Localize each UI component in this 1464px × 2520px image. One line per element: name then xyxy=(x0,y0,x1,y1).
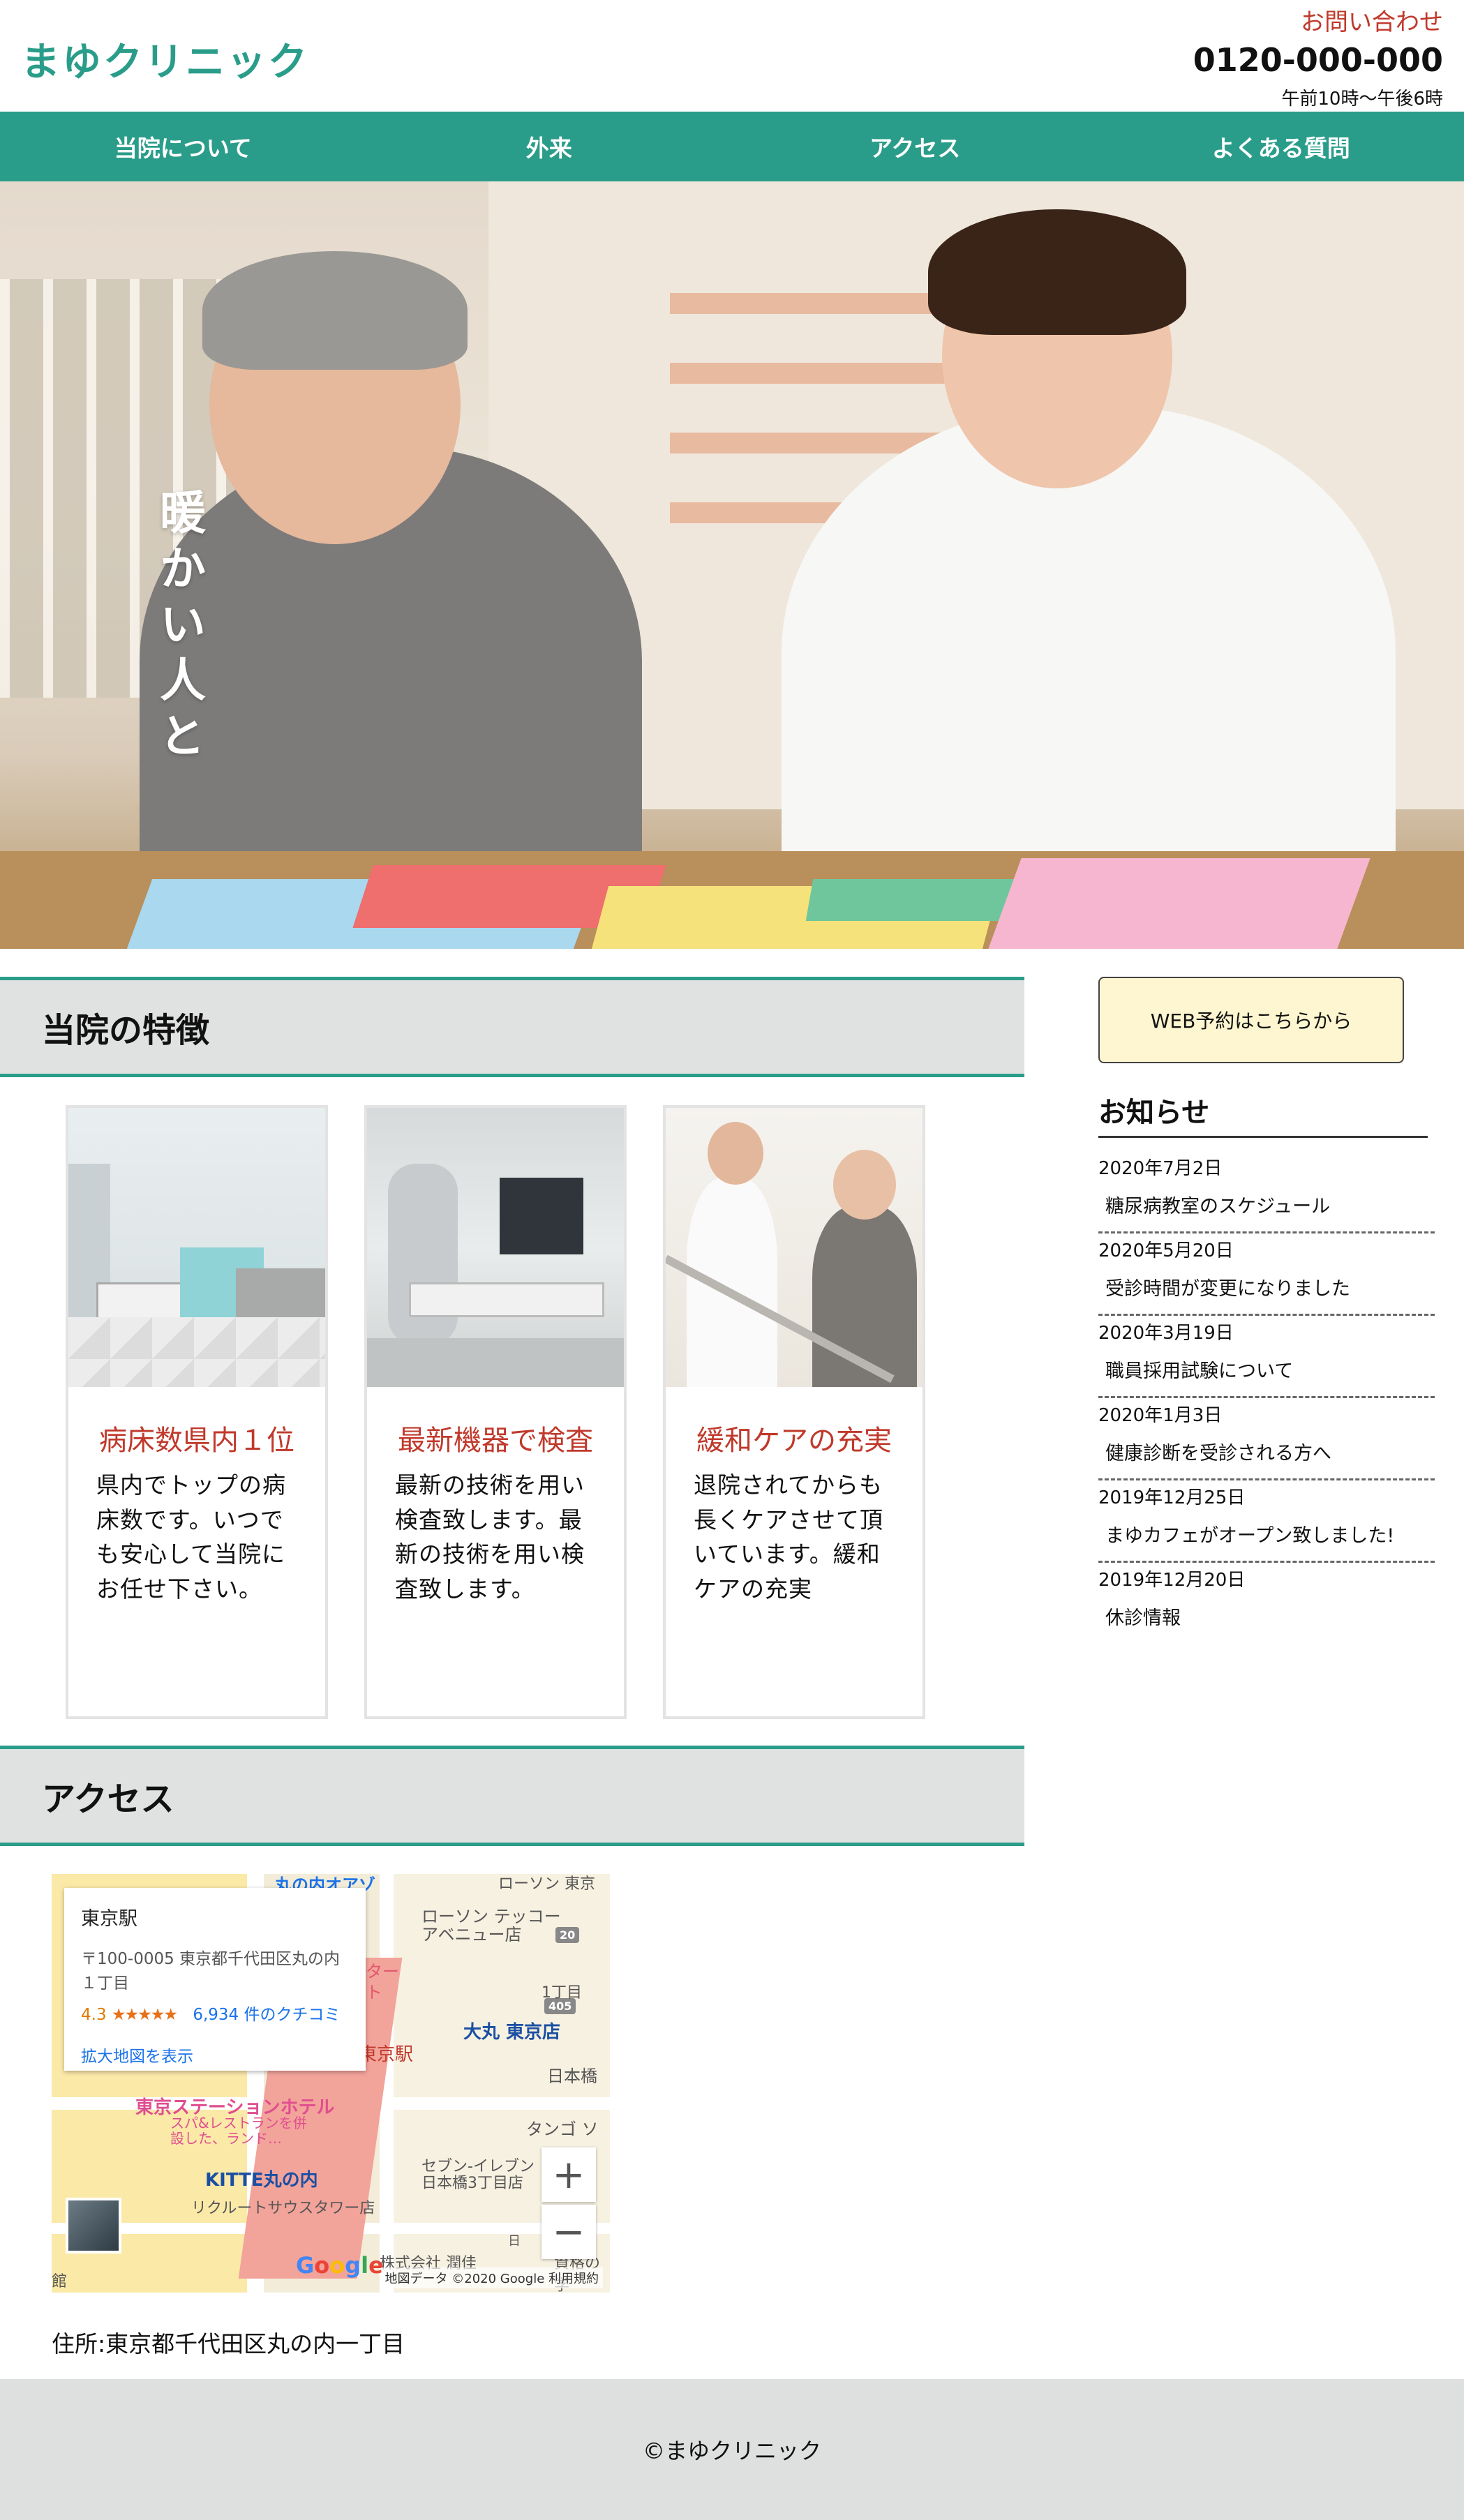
map-attribution[interactable]: 地図データ ©2020 Google 利用規約 xyxy=(380,2267,603,2288)
map-place-reviews-link[interactable]: 6,934 件のクチコミ xyxy=(193,2006,340,2024)
main-nav: 当院について 外来 アクセス よくある質問 xyxy=(0,112,1464,181)
map-place-rating: 4.3 xyxy=(81,2006,107,2024)
nav-item-outpatient[interactable]: 外来 xyxy=(366,112,733,181)
copyright-text: ©まゆクリニック xyxy=(642,2438,821,2464)
hero-tagline: 暖かい人と xyxy=(152,488,206,767)
news-date: 2019年12月20日 xyxy=(1098,1570,1246,1591)
news-date: 2020年1月3日 xyxy=(1098,1405,1223,1426)
map-label-chome: 1丁目 xyxy=(541,1984,582,2002)
map-place-name: 東京駅 xyxy=(81,1908,137,1930)
site-footer: ©まゆクリニック xyxy=(0,2379,1464,2520)
map-zoom-in-button[interactable]: + xyxy=(541,2147,596,2202)
news-item[interactable]: 2020年5月20日 受診時間が変更になりました xyxy=(1098,1233,1435,1316)
feature-card-body: 県内でトップの病床数です。いつでも安心して当院にお任せ下さい。 xyxy=(96,1471,286,1603)
feature-card-body: 退院されてからも長くケアさせて頂いています。緩和ケアの充実 xyxy=(694,1471,883,1603)
news-item[interactable]: 2020年1月3日 健康診断を受診される方へ xyxy=(1098,1398,1435,1480)
news-text: 健康診断を受診される方へ xyxy=(1105,1443,1331,1464)
map-label-route: 20 xyxy=(555,1927,580,1943)
feature-card-palliative-care[interactable]: 緩和ケアの充実 退院されてからも長くケアさせて頂いています。緩和ケアの充実 xyxy=(663,1105,925,1719)
web-reservation-button[interactable]: WEB予約はこちらから xyxy=(1098,977,1404,1063)
news-date: 2020年3月19日 xyxy=(1098,1323,1234,1344)
news-item[interactable]: 2019年12月25日 まゆカフェがオープン致しました! xyxy=(1098,1480,1435,1563)
map-place-card: 東京駅 〒100-0005 東京都千代田区丸の内１丁目 4.3 ★★★★★ 6,… xyxy=(64,1888,366,2071)
nav-item-about[interactable]: 当院について xyxy=(0,112,366,181)
contact-block: お問い合わせ 0120-000-000 午前10時〜午後6時 xyxy=(1193,0,1443,110)
nav-item-access[interactable]: アクセス xyxy=(732,112,1098,181)
feature-card-image-rehabilitation xyxy=(666,1108,923,1387)
contact-link[interactable]: お問い合わせ xyxy=(1193,3,1443,37)
map-place-address: 〒100-0005 東京都千代田区丸の内１丁目 xyxy=(81,1950,341,1993)
star-rating-icon: ★★★★★ xyxy=(111,2006,178,2024)
map-zoom-out-button[interactable]: − xyxy=(541,2205,596,2259)
news-date: 2019年12月25日 xyxy=(1098,1487,1246,1508)
nav-item-faq[interactable]: よくある質問 xyxy=(1098,112,1464,181)
feature-card-equipment[interactable]: 最新機器で検査 最新の技術を用い検査致します。最新の技術を用い検査致します。 xyxy=(364,1105,627,1719)
news-text: 糖尿病教室のスケジュール xyxy=(1105,1196,1331,1217)
news-text: 受診時間が変更になりました xyxy=(1105,1278,1350,1300)
feature-card-beds[interactable]: 病床数県内１位 県内でトップの病床数です。いつでも安心して当院にお任せ下さい。 xyxy=(66,1105,328,1719)
map-label-lawson: ローソン テッコー アベニュー店 xyxy=(421,1907,561,1945)
google-logo: Google xyxy=(296,2252,384,2279)
features-section-title: 当院の特徴 xyxy=(0,977,1024,1077)
news-item[interactable]: 2020年7月2日 糖尿病教室のスケジュール xyxy=(1098,1151,1435,1233)
map-label-hotel-sub: スパ&レストランを併設した、ランド… xyxy=(170,2115,307,2147)
map-label-lawson-tokyo: ローソン 東京 xyxy=(498,1875,595,1893)
news-heading: お知らせ xyxy=(1098,1090,1428,1138)
hero-paper-pink xyxy=(988,858,1370,949)
news-text: まゆカフェがオープン致しました! xyxy=(1105,1525,1395,1547)
hero-wall-stripe xyxy=(670,363,963,384)
google-map-embed[interactable]: 丸の内オアゾ ローソン 東京 ローソン テッコー アベニュー店 20 405 タ… xyxy=(52,1874,610,2293)
hero-person-elderly-hair xyxy=(202,251,468,370)
map-label-seven-eleven: セブン-イレブン 日本橋3丁目店 xyxy=(421,2158,535,2193)
hero-wall-stripe xyxy=(670,293,963,314)
news-date: 2020年7月2日 xyxy=(1098,1158,1223,1179)
news-item[interactable]: 2019年12月20日 休診情報 xyxy=(1098,1563,1435,1645)
map-label-recruit: リクルートサウスタワー店 xyxy=(191,2200,375,2217)
map-label-tango: タンゴ ソ xyxy=(526,2120,599,2139)
map-label-fragment: ト xyxy=(366,1983,382,2002)
map-label-daimaru: 大丸 東京店 xyxy=(463,2022,561,2043)
map-label-tokyo-station: 東京駅 xyxy=(359,2044,414,2065)
map-label-nihonbashi: 日本橋 xyxy=(547,2067,597,2086)
access-section-title: アクセス xyxy=(0,1746,1024,1846)
news-date: 2020年5月20日 xyxy=(1098,1240,1234,1261)
feature-card-title: 最新機器で検査 xyxy=(398,1425,593,1457)
map-label-fragment: 館 xyxy=(52,2273,68,2290)
business-hours: 午前10時〜午後6時 xyxy=(1281,89,1443,110)
site-header: まゆクリニック お問い合わせ 0120-000-000 午前10時〜午後6時 xyxy=(0,0,1464,112)
feature-card-title: 病床数県内１位 xyxy=(99,1425,294,1457)
feature-card-image-hospital-room xyxy=(68,1108,325,1387)
news-text: 休診情報 xyxy=(1105,1607,1181,1629)
clinic-address: 住所:東京都千代田区丸の内一丁目 xyxy=(52,2330,405,2357)
news-text: 職員採用試験について xyxy=(1105,1360,1294,1382)
news-list: 2020年7月2日 糖尿病教室のスケジュール 2020年5月20日 受診時間が変… xyxy=(1098,1151,1435,1645)
map-satellite-toggle[interactable] xyxy=(66,2198,121,2253)
hero-person-nurse-hair xyxy=(928,209,1186,335)
hero-image: 暖かい人と xyxy=(0,181,1464,949)
phone-number[interactable]: 0120-000-000 xyxy=(1193,41,1443,79)
feature-card-image-medical-equipment xyxy=(367,1108,624,1387)
site-logo[interactable]: まゆクリニック xyxy=(21,31,309,87)
map-place-rating-row: 4.3 ★★★★★ 6,934 件のクチコミ xyxy=(81,2001,349,2025)
feature-card-body: 最新の技術を用い検査致します。最新の技術を用い検査致します。 xyxy=(395,1471,585,1603)
map-label-fragment: 日 xyxy=(508,2234,521,2249)
map-label-kitte: KITTE丸の内 xyxy=(205,2170,318,2191)
map-larger-map-link[interactable]: 拡大地図を表示 xyxy=(81,2043,349,2067)
feature-card-title: 緩和ケアの充実 xyxy=(696,1425,892,1457)
news-item[interactable]: 2020年3月19日 職員採用試験について xyxy=(1098,1316,1435,1398)
